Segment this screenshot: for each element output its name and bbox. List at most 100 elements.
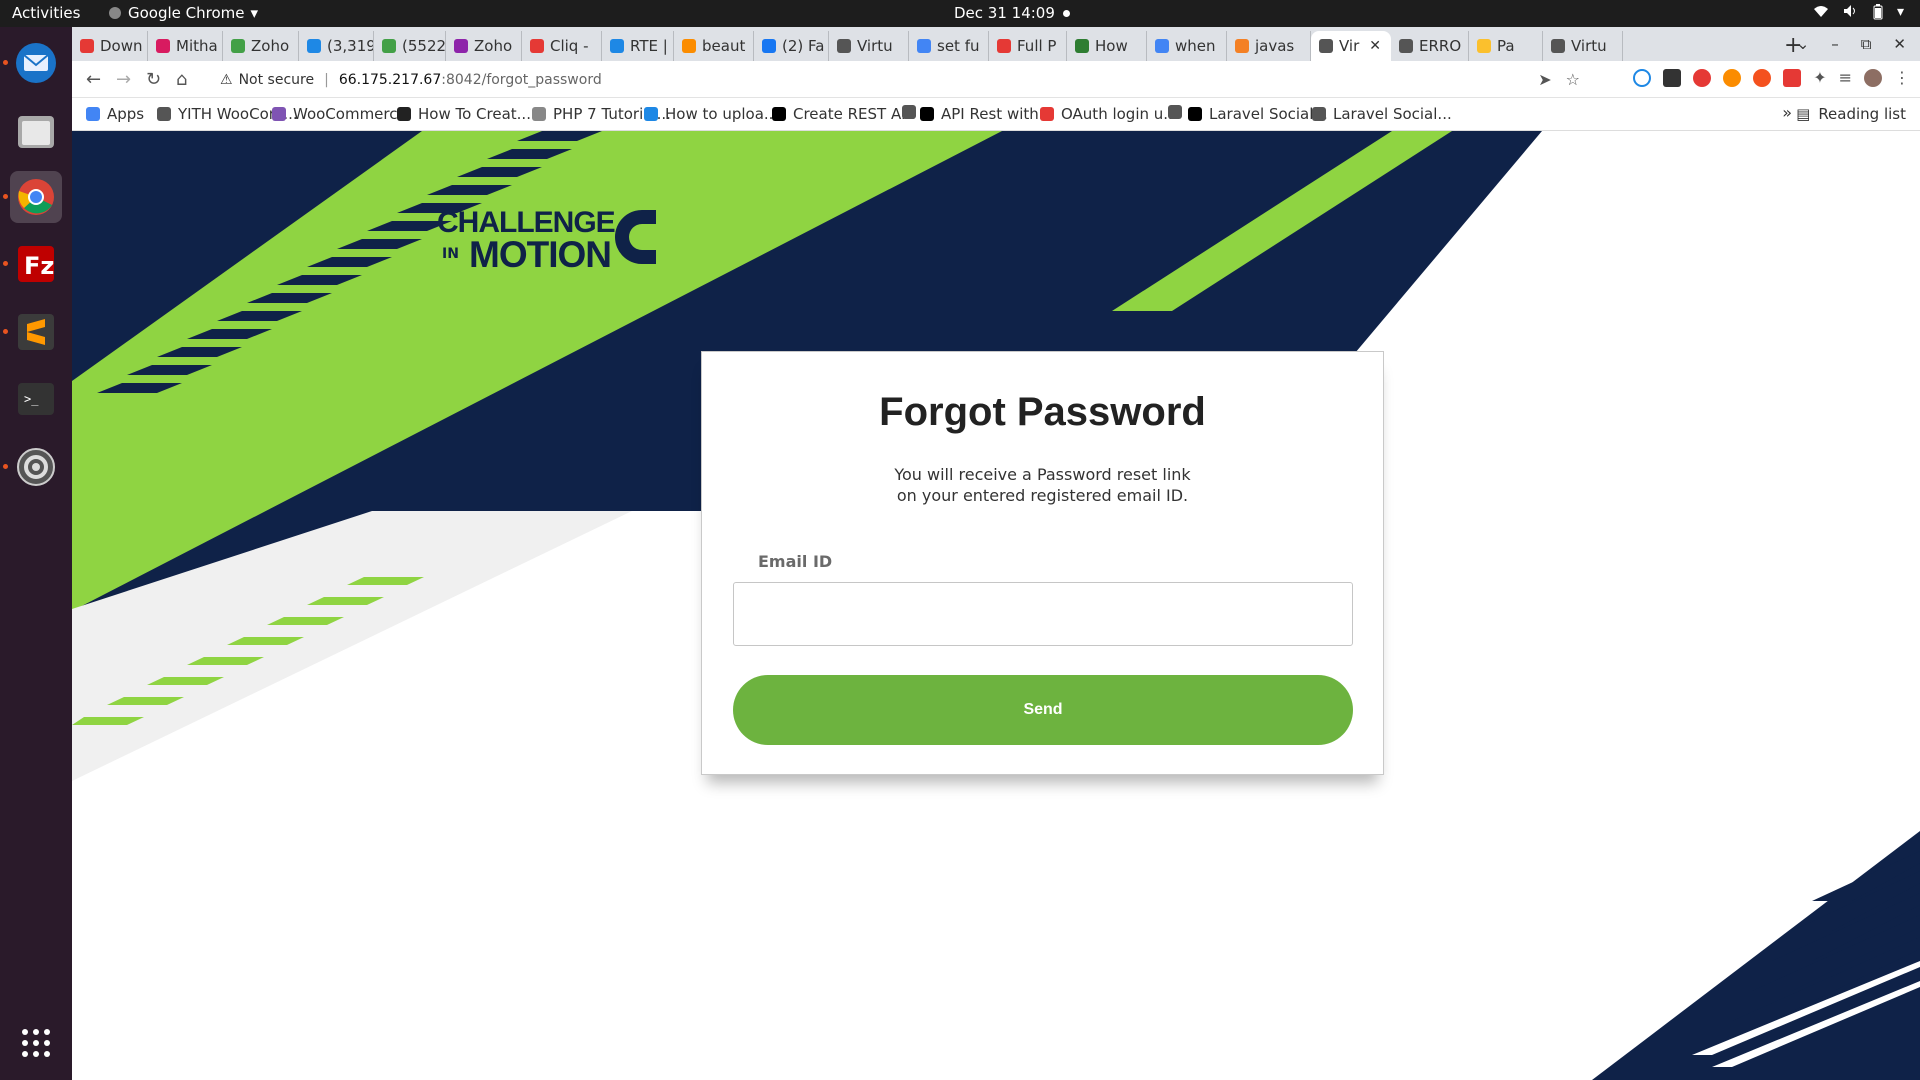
tab-label: beaut bbox=[702, 37, 746, 55]
system-top-bar: Activities Google Chrome ▾ Dec 31 14:09 … bbox=[0, 0, 1920, 27]
settings-icon[interactable] bbox=[10, 441, 62, 493]
svg-text:>_: >_ bbox=[24, 392, 39, 406]
forward-icon[interactable]: → bbox=[116, 69, 131, 90]
tab-label: (3,319 bbox=[327, 37, 374, 55]
instruction-line2: on your entered registered email ID. bbox=[896, 486, 1189, 505]
filezilla-icon[interactable]: Fz bbox=[10, 238, 62, 290]
app-menu[interactable]: Google Chrome ▾ bbox=[108, 4, 258, 22]
browser-tab[interactable]: set fu bbox=[909, 31, 989, 61]
browser-tab[interactable]: javas bbox=[1227, 31, 1311, 61]
browser-tab[interactable]: (3,319 bbox=[299, 31, 374, 61]
browser-tab[interactable]: ERRO bbox=[1391, 31, 1469, 61]
browser-tab[interactable]: Zoho bbox=[446, 31, 522, 61]
bookmark-item[interactable]: How to uploa... bbox=[644, 105, 778, 123]
restore-icon[interactable]: ⧉ bbox=[1861, 35, 1872, 53]
activities-button[interactable]: Activities bbox=[12, 4, 80, 22]
bookmark-item[interactable] bbox=[1168, 105, 1189, 119]
tab-favicon-icon bbox=[80, 39, 94, 53]
tab-label: javas bbox=[1255, 37, 1295, 55]
bookmark-item[interactable]: Laravel Social... bbox=[1312, 105, 1452, 123]
extension-play-icon[interactable] bbox=[1723, 68, 1742, 87]
terminal-icon[interactable]: >_ bbox=[10, 373, 62, 425]
extension-dark-icon[interactable] bbox=[1663, 68, 1682, 87]
browser-tab[interactable]: Virtu bbox=[829, 31, 909, 61]
browser-tab[interactable]: RTE | bbox=[602, 31, 674, 61]
browser-tab[interactable]: Cliq - bbox=[522, 31, 602, 61]
page-title: Forgot Password bbox=[879, 390, 1206, 434]
bookmark-label: How To Creat... bbox=[418, 105, 531, 123]
power-menu-icon: ▾ bbox=[1896, 4, 1904, 20]
bookmark-item[interactable]: WooCommerc... bbox=[272, 105, 412, 123]
browser-tab[interactable]: Full P bbox=[989, 31, 1067, 61]
running-indicator bbox=[3, 464, 8, 469]
sublime-text-icon[interactable] bbox=[10, 306, 62, 358]
tab-favicon-icon bbox=[454, 39, 468, 53]
chrome-small-icon bbox=[109, 7, 121, 19]
system-tray[interactable]: ▾ bbox=[1813, 4, 1904, 24]
address-bar[interactable]: ⚠ Not secure | 66.175.217.67 :8042/forgo… bbox=[210, 64, 1690, 95]
tab-favicon-icon bbox=[1319, 39, 1333, 53]
extension-color-icon[interactable] bbox=[1693, 68, 1712, 87]
running-indicator bbox=[3, 261, 8, 266]
profile-avatar[interactable] bbox=[1864, 68, 1882, 87]
browser-tab[interactable]: (5522) bbox=[374, 31, 446, 61]
battery-icon bbox=[1873, 4, 1883, 24]
browser-tab[interactable]: beaut bbox=[674, 31, 754, 61]
tab-label: Cliq - bbox=[550, 37, 589, 55]
minimize-icon[interactable]: – bbox=[1831, 35, 1839, 53]
thunderbird-icon[interactable] bbox=[10, 37, 62, 89]
tab-favicon-icon bbox=[997, 39, 1011, 53]
browser-tab[interactable]: (2) Fa bbox=[754, 31, 829, 61]
browser-tab[interactable]: Zoho bbox=[223, 31, 299, 61]
bookmark-item[interactable]: Laravel Social... bbox=[1188, 105, 1328, 123]
tab-label: Virtu bbox=[1571, 37, 1607, 55]
chrome-icon[interactable] bbox=[10, 171, 62, 223]
email-field[interactable] bbox=[733, 582, 1353, 646]
bookmark-item[interactable]: Apps bbox=[86, 105, 144, 123]
browser-tab[interactable]: Down bbox=[72, 31, 148, 61]
bookmark-favicon-icon bbox=[272, 107, 286, 121]
bookmarks-overflow-button[interactable]: » bbox=[1782, 103, 1792, 122]
tab-favicon-icon bbox=[382, 39, 396, 53]
browser-tab[interactable]: Mitha bbox=[148, 31, 223, 61]
logo-in-badge: IN bbox=[437, 242, 464, 266]
media-queue-icon[interactable]: ≡ bbox=[1839, 68, 1852, 87]
tab-label: when bbox=[1175, 37, 1216, 55]
browser-tab[interactable]: when bbox=[1147, 31, 1227, 61]
send-to-device-icon[interactable]: ➤ bbox=[1538, 70, 1551, 89]
bookmark-item[interactable]: API Rest with... bbox=[920, 105, 1053, 123]
browser-tab[interactable]: Virtu bbox=[1543, 31, 1623, 61]
window-controls: ⌄ – ⧉ ✕ bbox=[1797, 35, 1906, 53]
close-window-icon[interactable]: ✕ bbox=[1893, 35, 1906, 53]
bookmark-label: API Rest with... bbox=[941, 105, 1054, 123]
bookmark-star-icon[interactable]: ☆ bbox=[1566, 70, 1580, 89]
tab-label: Full P bbox=[1017, 37, 1057, 55]
send-button[interactable]: Send bbox=[733, 675, 1353, 745]
tab-label: Zoho bbox=[474, 37, 513, 55]
bookmark-label: WooCommerc... bbox=[293, 105, 412, 123]
extension-close-icon[interactable] bbox=[1753, 68, 1772, 87]
back-icon[interactable]: ← bbox=[86, 69, 101, 90]
show-applications-icon[interactable] bbox=[10, 1017, 62, 1069]
datetime: Dec 31 14:09 bbox=[954, 4, 1055, 22]
files-icon[interactable] bbox=[10, 105, 62, 157]
extension-ring-icon[interactable] bbox=[1633, 68, 1652, 87]
clock[interactable]: Dec 31 14:09 bbox=[954, 4, 1070, 22]
browser-tab[interactable]: Vir ✕ bbox=[1311, 31, 1391, 61]
browser-menu-icon[interactable]: ⋮ bbox=[1894, 68, 1910, 87]
bookmark-item[interactable]: How To Creat... bbox=[397, 105, 531, 123]
extensions-puzzle-icon[interactable]: ✦ bbox=[1813, 68, 1826, 87]
home-icon[interactable]: ⌂ bbox=[176, 69, 187, 90]
bookmark-item[interactable]: OAuth login u... bbox=[1040, 105, 1178, 123]
extension-off-icon[interactable] bbox=[1783, 68, 1802, 87]
tab-search-icon[interactable]: ⌄ bbox=[1797, 35, 1810, 53]
bookmark-item[interactable]: Create REST A... bbox=[772, 105, 915, 123]
reload-icon[interactable]: ↻ bbox=[146, 69, 161, 90]
bookmark-label: How to uploa... bbox=[665, 105, 779, 123]
reading-list-button[interactable]: ▤ Reading list bbox=[1796, 105, 1906, 123]
browser-tab[interactable]: How bbox=[1067, 31, 1147, 61]
browser-tab[interactable]: Pa bbox=[1469, 31, 1543, 61]
tab-favicon-icon bbox=[1399, 39, 1413, 53]
close-tab-icon[interactable]: ✕ bbox=[1369, 38, 1381, 54]
tab-favicon-icon bbox=[682, 39, 696, 53]
